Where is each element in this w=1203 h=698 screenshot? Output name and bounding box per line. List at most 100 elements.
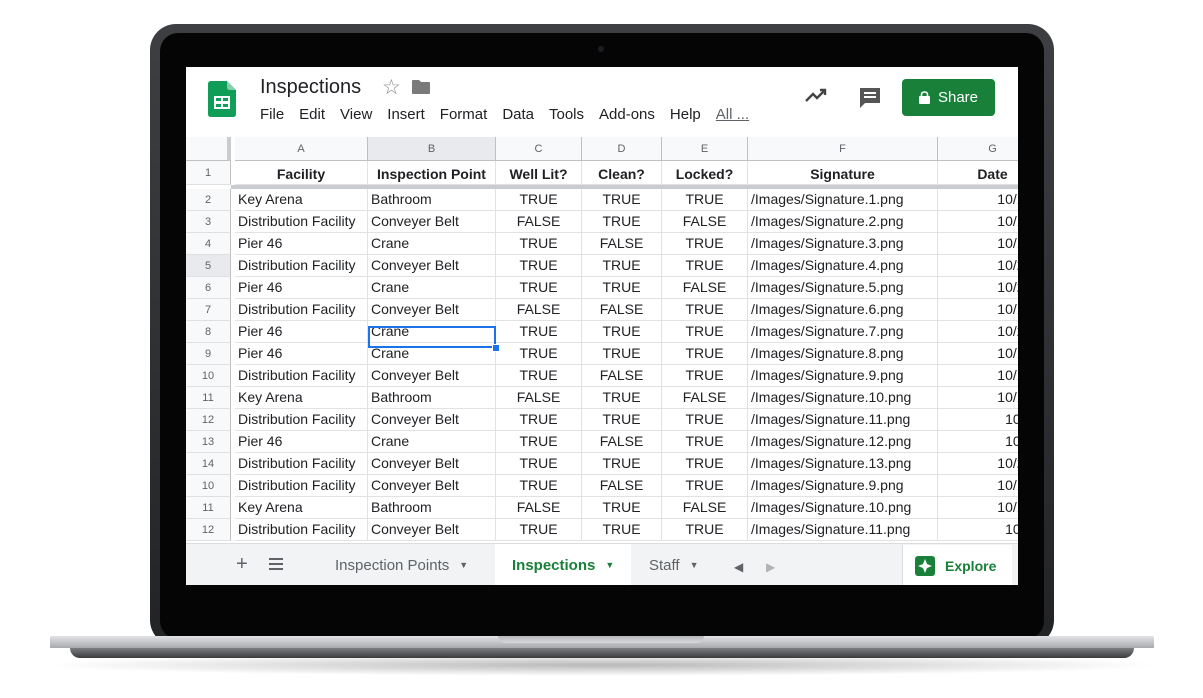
google-sheets-logo-icon[interactable] — [208, 81, 236, 117]
table-cell[interactable]: TRUE — [662, 255, 748, 277]
table-cell[interactable]: Distribution Facility — [235, 365, 368, 387]
table-cell[interactable]: /Images/Signature.9.png — [748, 365, 938, 387]
table-cell[interactable]: Key Arena — [235, 189, 368, 211]
table-cell[interactable]: FALSE — [582, 299, 662, 321]
table-cell[interactable]: TRUE — [496, 277, 582, 299]
row-header[interactable]: 11 — [186, 387, 231, 409]
table-cell[interactable]: /Images/Signature.3.png — [748, 233, 938, 255]
header-cell[interactable]: Facility — [235, 161, 368, 185]
table-cell[interactable]: /Images/Signature.10.png — [748, 387, 938, 409]
tab-staff[interactable]: Staff ▼ — [632, 544, 720, 585]
menu-insert[interactable]: Insert — [387, 106, 425, 123]
table-cell[interactable]: Crane — [368, 277, 496, 299]
table-cell[interactable]: TRUE — [582, 497, 662, 519]
table-cell[interactable]: 10/15/2 — [938, 211, 1018, 233]
table-cell[interactable]: Pier 46 — [235, 277, 368, 299]
table-cell[interactable]: TRUE — [662, 299, 748, 321]
spreadsheet-grid[interactable]: A B C D E F G 1 Facility Inspection Point Well Lit… — [186, 137, 1018, 543]
comment-icon[interactable] — [858, 86, 882, 110]
table-cell[interactable]: TRUE — [662, 409, 748, 431]
header-cell[interactable]: Date — [938, 161, 1018, 185]
table-cell[interactable]: TRUE — [496, 409, 582, 431]
column-header[interactable]: D — [582, 137, 662, 161]
table-cell[interactable]: FALSE — [496, 211, 582, 233]
table-cell[interactable]: Bathroom — [368, 387, 496, 409]
table-cell[interactable]: 10/10/2 — [938, 387, 1018, 409]
row-header[interactable]: 13 — [186, 431, 231, 453]
table-cell[interactable]: TRUE — [662, 233, 748, 255]
table-cell[interactable]: Distribution Facility — [235, 453, 368, 475]
select-all-corner[interactable] — [186, 137, 231, 161]
table-cell[interactable]: FALSE — [496, 497, 582, 519]
tab-inspection-points[interactable]: Inspection Points ▼ — [318, 544, 494, 585]
table-cell[interactable]: TRUE — [496, 321, 582, 343]
table-cell[interactable]: TRUE — [582, 211, 662, 233]
table-cell[interactable]: TRUE — [582, 255, 662, 277]
table-cell[interactable]: /Images/Signature.6.png — [748, 299, 938, 321]
table-cell[interactable]: Conveyer Belt — [368, 409, 496, 431]
row-header[interactable]: 9 — [186, 343, 231, 365]
share-button[interactable]: Share — [902, 79, 995, 116]
table-cell[interactable]: TRUE — [662, 453, 748, 475]
table-cell[interactable]: 10/4/2 — [938, 409, 1018, 431]
table-cell[interactable]: TRUE — [496, 431, 582, 453]
table-cell[interactable]: FALSE — [662, 387, 748, 409]
caret-down-icon[interactable]: ▼ — [690, 560, 699, 570]
table-cell[interactable]: TRUE — [582, 519, 662, 541]
header-cell[interactable]: Clean? — [582, 161, 662, 185]
row-header[interactable]: 1 — [186, 161, 231, 185]
table-cell[interactable]: /Images/Signature.2.png — [748, 211, 938, 233]
table-cell[interactable]: TRUE — [582, 189, 662, 211]
menu-all-changes[interactable]: All ... — [716, 106, 749, 123]
header-cell[interactable]: Signature — [748, 161, 938, 185]
column-header[interactable]: G — [938, 137, 1018, 161]
row-header[interactable]: 12 — [186, 409, 231, 431]
table-cell[interactable]: 10/26/2 — [938, 321, 1018, 343]
table-cell[interactable]: Pier 46 — [235, 233, 368, 255]
menu-view[interactable]: View — [340, 106, 372, 123]
row-header[interactable]: 10 — [186, 365, 231, 387]
table-cell[interactable]: TRUE — [496, 189, 582, 211]
table-cell[interactable]: Conveyer Belt — [368, 255, 496, 277]
explore-button[interactable]: Explore — [902, 545, 1012, 585]
table-cell[interactable]: Key Arena — [235, 387, 368, 409]
table-cell[interactable]: /Images/Signature.4.png — [748, 255, 938, 277]
table-cell[interactable]: Crane — [368, 233, 496, 255]
menu-data[interactable]: Data — [502, 106, 534, 123]
menu-format[interactable]: Format — [440, 106, 488, 123]
table-cell[interactable]: 10/4/2 — [938, 519, 1018, 541]
table-cell[interactable]: /Images/Signature.7.png — [748, 321, 938, 343]
table-cell[interactable]: TRUE — [496, 255, 582, 277]
column-header[interactable]: F — [748, 137, 938, 161]
table-cell[interactable]: 10/10/2 — [938, 299, 1018, 321]
table-cell[interactable]: FALSE — [582, 365, 662, 387]
table-cell[interactable]: Distribution Facility — [235, 409, 368, 431]
table-cell[interactable]: /Images/Signature.12.png — [748, 431, 938, 453]
tab-inspections[interactable]: Inspections ▼ — [495, 544, 631, 585]
table-cell[interactable]: 10/16/2 — [938, 343, 1018, 365]
table-cell[interactable]: TRUE — [582, 343, 662, 365]
header-cell[interactable]: Inspection Point — [368, 161, 496, 185]
table-cell[interactable]: 10/21/2 — [938, 255, 1018, 277]
header-cell[interactable]: Well Lit? — [496, 161, 582, 185]
row-header[interactable]: 10 — [186, 475, 231, 497]
table-cell[interactable]: Pier 46 — [235, 431, 368, 453]
table-cell[interactable]: TRUE — [582, 387, 662, 409]
menu-tools[interactable]: Tools — [549, 106, 584, 123]
table-cell[interactable]: TRUE — [496, 233, 582, 255]
table-cell[interactable]: TRUE — [496, 365, 582, 387]
table-cell[interactable]: Crane — [368, 431, 496, 453]
table-cell[interactable]: FALSE — [662, 211, 748, 233]
table-cell[interactable]: Distribution Facility — [235, 519, 368, 541]
table-cell[interactable]: Distribution Facility — [235, 299, 368, 321]
table-cell[interactable]: FALSE — [582, 431, 662, 453]
table-cell[interactable]: FALSE — [582, 475, 662, 497]
row-header[interactable]: 7 — [186, 299, 231, 321]
row-header[interactable]: 3 — [186, 211, 231, 233]
table-cell[interactable]: 10/10/2 — [938, 497, 1018, 519]
folder-icon[interactable] — [412, 80, 430, 94]
table-cell[interactable]: Conveyer Belt — [368, 299, 496, 321]
column-header[interactable]: E — [662, 137, 748, 161]
table-cell[interactable]: /Images/Signature.11.png — [748, 519, 938, 541]
column-header[interactable]: A — [235, 137, 368, 161]
